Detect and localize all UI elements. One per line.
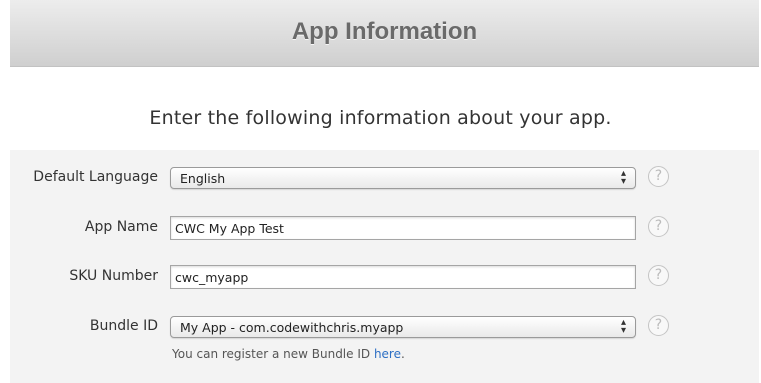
page-header: App Information <box>10 0 759 67</box>
bundle-id-hint-period: . <box>400 347 405 361</box>
bundle-id-row: Bundle ID My App - com.codewithchris.mya… <box>0 315 761 339</box>
bundle-id-label: Bundle ID <box>89 318 158 334</box>
default-language-row: Default Language English ▴ ▾ ? <box>0 166 761 190</box>
sku-number-label: SKU Number <box>69 268 158 284</box>
bundle-id-select[interactable]: My App - com.codewithchris.myapp ▴ ▾ <box>170 316 636 338</box>
register-bundle-id-link[interactable]: here <box>374 347 401 361</box>
help-icon[interactable]: ? <box>648 166 669 187</box>
select-arrows-icon: ▴ ▾ <box>620 317 626 336</box>
app-name-value: CWC My App Test <box>175 221 284 236</box>
bundle-id-hint-text: You can register a new Bundle ID <box>172 347 374 361</box>
sku-number-input[interactable]: cwc_myapp <box>170 265 636 289</box>
page-title: App Information <box>291 17 478 45</box>
default-language-label: Default Language <box>33 169 158 185</box>
sku-number-row: SKU Number cwc_myapp ? <box>0 265 761 289</box>
app-name-input[interactable]: CWC My App Test <box>170 216 636 240</box>
bundle-id-value: My App - com.codewithchris.myapp <box>180 320 404 335</box>
default-language-value: English <box>180 171 226 186</box>
bundle-id-hint: You can register a new Bundle ID here. <box>172 347 405 361</box>
sku-number-value: cwc_myapp <box>175 270 249 285</box>
intro-text: Enter the following information about yo… <box>149 107 612 129</box>
default-language-select[interactable]: English ▴ ▾ <box>170 167 636 189</box>
app-name-row: App Name CWC My App Test ? <box>0 216 761 240</box>
app-name-label: App Name <box>84 219 158 235</box>
help-icon[interactable]: ? <box>648 216 669 237</box>
help-icon[interactable]: ? <box>648 315 669 336</box>
select-arrows-icon: ▴ ▾ <box>620 168 626 187</box>
help-icon[interactable]: ? <box>648 265 669 286</box>
